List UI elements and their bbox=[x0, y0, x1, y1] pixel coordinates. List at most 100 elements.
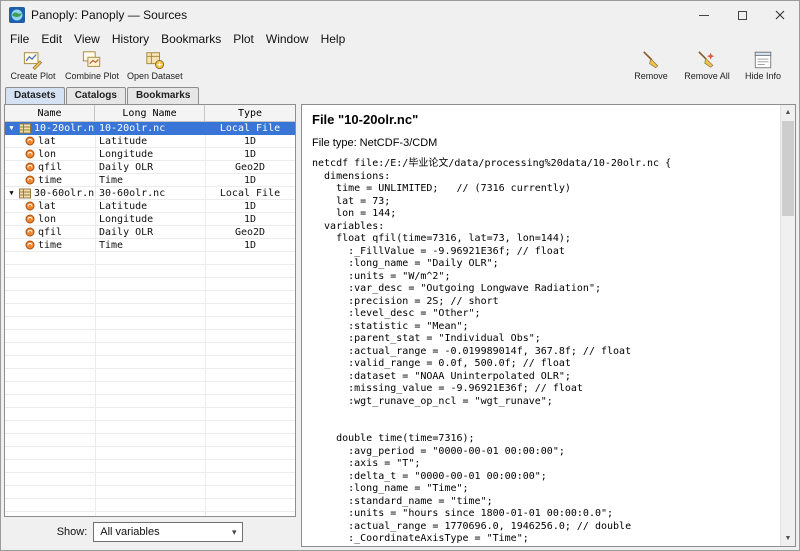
tree-expander-icon[interactable]: ▼ bbox=[7, 190, 16, 197]
variable-icon bbox=[25, 201, 35, 211]
table-row-lat[interactable]: lat Latitude1D bbox=[5, 200, 295, 213]
cell-long-name: 10-20olr.nc bbox=[95, 123, 205, 134]
menu-item-history[interactable]: History bbox=[106, 30, 155, 48]
scrollbar-thumb[interactable] bbox=[782, 121, 794, 216]
tab-bookmarks[interactable]: Bookmarks bbox=[127, 87, 199, 104]
toolbar-left-group: Create Plot Combine Plot Open Dataset bbox=[9, 50, 183, 81]
info-panel: File "10-20olr.nc" File type: NetCDF-3/C… bbox=[301, 104, 796, 547]
toolbar-right-group: Remove Remove All Hide Info bbox=[627, 50, 787, 81]
name-text: time bbox=[38, 175, 62, 186]
tab-catalogs[interactable]: Catalogs bbox=[66, 87, 126, 104]
cell-type: 1D bbox=[205, 136, 295, 147]
column-header-type[interactable]: Type bbox=[205, 105, 295, 121]
table-row-lon[interactable]: lon Longitude1D bbox=[5, 213, 295, 226]
name-text: 30-60olr.nc bbox=[34, 188, 95, 199]
scroll-down-icon[interactable]: ▼ bbox=[781, 531, 795, 546]
dataset-icon bbox=[19, 188, 31, 199]
cell-type: Geo2D bbox=[205, 227, 295, 238]
cell-type: 1D bbox=[205, 149, 295, 160]
remove-all-label: Remove All bbox=[684, 71, 730, 81]
minimize-button[interactable] bbox=[685, 1, 723, 29]
combine-plot-button[interactable]: Combine Plot bbox=[65, 50, 119, 81]
open-dataset-icon bbox=[145, 50, 165, 70]
close-button[interactable] bbox=[761, 1, 799, 29]
info-file-type: File type: NetCDF-3/CDM bbox=[312, 137, 775, 149]
cell-name: qfil bbox=[5, 162, 95, 173]
cell-long-name: Longitude bbox=[95, 214, 205, 225]
variable-icon bbox=[25, 240, 35, 250]
tree-expander-icon[interactable]: ▼ bbox=[7, 125, 16, 132]
variable-icon bbox=[25, 149, 35, 159]
hide-info-button[interactable]: Hide Info bbox=[739, 50, 787, 81]
name-text: time bbox=[38, 240, 62, 251]
open-dataset-label: Open Dataset bbox=[127, 71, 183, 81]
window-title: Panoply: Panoply — Sources bbox=[31, 8, 187, 22]
variable-icon bbox=[25, 227, 35, 237]
close-icon bbox=[775, 10, 785, 20]
name-text: 10-20olr.nc bbox=[34, 123, 95, 134]
menu-item-view[interactable]: View bbox=[68, 30, 106, 48]
menu-item-bookmarks[interactable]: Bookmarks bbox=[155, 30, 227, 48]
minimize-icon bbox=[699, 15, 709, 16]
create-plot-button[interactable]: Create Plot bbox=[9, 50, 57, 81]
dataset-icon bbox=[19, 123, 31, 134]
cell-long-name: Latitude bbox=[95, 201, 205, 212]
tab-datasets[interactable]: Datasets bbox=[5, 87, 65, 104]
cell-name: lat bbox=[5, 201, 95, 212]
variable-icon bbox=[25, 136, 35, 146]
cell-long-name: Longitude bbox=[95, 149, 205, 160]
table-row-10-20olr.nc[interactable]: ▼10-20olr.nc10-20olr.ncLocal File bbox=[5, 122, 295, 135]
remove-button[interactable]: Remove bbox=[627, 50, 675, 81]
remove-all-button[interactable]: Remove All bbox=[683, 50, 731, 81]
open-dataset-button[interactable]: Open Dataset bbox=[127, 50, 183, 81]
column-header-long-name[interactable]: Long Name bbox=[95, 105, 205, 121]
cell-long-name: Latitude bbox=[95, 136, 205, 147]
cell-type: 1D bbox=[205, 214, 295, 225]
cell-type: Local File bbox=[205, 188, 295, 199]
table-row-time[interactable]: timeTime1D bbox=[5, 239, 295, 252]
cell-type: 1D bbox=[205, 201, 295, 212]
name-text: lat bbox=[38, 201, 56, 212]
hide-info-label: Hide Info bbox=[745, 71, 781, 81]
toolbar: Create Plot Combine Plot Open Dataset Remo… bbox=[1, 49, 799, 85]
show-variables-select[interactable]: All variables ▾ bbox=[93, 522, 243, 542]
menu-bar: FileEditViewHistoryBookmarksPlotWindowHe… bbox=[1, 29, 799, 49]
table-row-qfil[interactable]: qfilDaily OLRGeo2D bbox=[5, 226, 295, 239]
cell-name: ▼ 30-60olr.nc bbox=[5, 188, 95, 199]
table-header: NameLong NameType bbox=[5, 105, 295, 122]
variable-icon bbox=[25, 175, 35, 185]
table-row-lat[interactable]: latLatitude1D bbox=[5, 135, 295, 148]
main-content: NameLong NameType ▼ 10-20olr.nc10-20olr.n… bbox=[1, 104, 799, 550]
remove-icon bbox=[641, 50, 661, 70]
name-text: qfil bbox=[38, 162, 62, 173]
tab-bar: DatasetsCatalogsBookmarks bbox=[1, 85, 799, 104]
table-row-time[interactable]: timeTime1D bbox=[5, 174, 295, 187]
info-scrollbar[interactable]: ▲ ▼ bbox=[780, 105, 795, 546]
title-bar[interactable]: Panoply: Panoply — Sources bbox=[1, 1, 799, 29]
cell-name: time bbox=[5, 240, 95, 251]
name-text: lon bbox=[38, 149, 56, 160]
column-header-name[interactable]: Name bbox=[5, 105, 95, 121]
info-content: File "10-20olr.nc" File type: NetCDF-3/C… bbox=[302, 105, 779, 546]
menu-item-window[interactable]: Window bbox=[260, 30, 315, 48]
cell-name: lon bbox=[5, 214, 95, 225]
cell-name: lon bbox=[5, 149, 95, 160]
create-plot-label: Create Plot bbox=[10, 71, 55, 81]
maximize-button[interactable] bbox=[723, 1, 761, 29]
scroll-up-icon[interactable]: ▲ bbox=[781, 105, 795, 120]
cell-name: ▼ 10-20olr.nc bbox=[5, 123, 95, 134]
menu-item-help[interactable]: Help bbox=[315, 30, 352, 48]
menu-item-plot[interactable]: Plot bbox=[227, 30, 260, 48]
name-text: lon bbox=[38, 214, 56, 225]
app-window: Panoply: Panoply — Sources FileEditViewH… bbox=[0, 0, 800, 551]
cell-name: time bbox=[5, 175, 95, 186]
table-row-lon[interactable]: lon Longitude1D bbox=[5, 148, 295, 161]
table-row-30-60olr.nc[interactable]: ▼ 30-60olr.nc30-60olr.nc Local File bbox=[5, 187, 295, 200]
combine-plot-label: Combine Plot bbox=[65, 71, 119, 81]
table-row-qfil[interactable]: qfilDaily OLRGeo2D bbox=[5, 161, 295, 174]
hide-info-icon bbox=[753, 50, 773, 70]
remove-all-icon bbox=[697, 50, 717, 70]
menu-item-file[interactable]: File bbox=[4, 30, 35, 48]
info-title: File "10-20olr.nc" bbox=[312, 112, 775, 127]
menu-item-edit[interactable]: Edit bbox=[35, 30, 68, 48]
